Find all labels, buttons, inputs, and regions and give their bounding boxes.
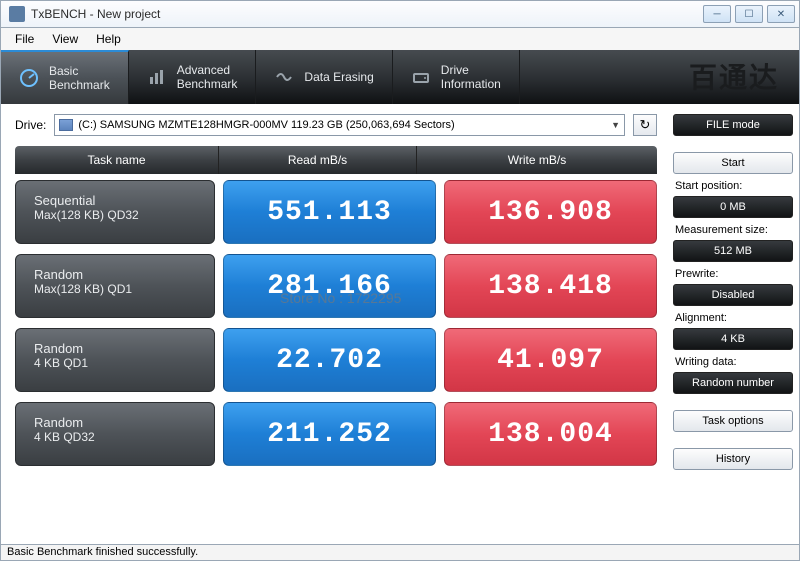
tab-label: Advanced Benchmark (177, 63, 238, 91)
drive-selected-text: (C:) SAMSUNG MZMTE128HMGR-000MV 119.23 G… (78, 119, 454, 131)
tab-label: Data Erasing (304, 70, 373, 84)
task-title: Random (34, 341, 214, 356)
window-title: TxBENCH - New project (31, 7, 703, 21)
tab-advanced-benchmark[interactable]: Advanced Benchmark (129, 50, 257, 104)
menu-view[interactable]: View (44, 30, 86, 48)
write-value: 138.004 (444, 402, 657, 466)
read-value: 281.166 (223, 254, 436, 318)
measurement-size-label: Measurement size: (673, 222, 793, 236)
start-position-value[interactable]: 0 MB (673, 196, 793, 218)
menu-help[interactable]: Help (88, 30, 129, 48)
drive-label: Drive: (15, 118, 46, 132)
main-panel: Drive: (C:) SAMSUNG MZMTE128HMGR-000MV 1… (7, 114, 665, 544)
refresh-button[interactable]: ↻ (633, 114, 657, 136)
tab-drive-information[interactable]: Drive Information (393, 50, 520, 104)
result-row: Random 4 KB QD32 211.252 138.004 (15, 402, 657, 466)
start-position-label: Start position: (673, 178, 793, 192)
maximize-button[interactable]: ☐ (735, 5, 763, 23)
drive-select[interactable]: (C:) SAMSUNG MZMTE128HMGR-000MV 119.23 G… (54, 114, 625, 136)
side-panel: FILE mode Start Start position: 0 MB Mea… (673, 114, 793, 544)
task-subtitle: 4 KB QD32 (34, 430, 214, 445)
write-value: 138.418 (444, 254, 657, 318)
header-read: Read mB/s (219, 146, 417, 174)
task-options-button[interactable]: Task options (673, 410, 793, 432)
results-rows: Sequential Max(128 KB) QD32 551.113 136.… (15, 180, 657, 466)
status-bar: Basic Benchmark finished successfully. (0, 544, 800, 561)
task-cell: Random 4 KB QD1 (15, 328, 215, 392)
write-value: 136.908 (444, 180, 657, 244)
task-title: Random (34, 267, 214, 282)
menu-bar: File View Help (0, 28, 800, 50)
task-cell: Random 4 KB QD32 (15, 402, 215, 466)
tab-bar: Basic Benchmark Advanced Benchmark Data … (0, 50, 800, 104)
task-subtitle: Max(128 KB) QD32 (34, 208, 214, 223)
tab-basic-benchmark[interactable]: Basic Benchmark (1, 50, 129, 104)
read-value: 551.113 (223, 180, 436, 244)
disk-icon (59, 119, 73, 131)
task-title: Random (34, 415, 214, 430)
erase-icon (274, 67, 294, 87)
title-bar: TxBENCH - New project ─ ☐ ✕ (0, 0, 800, 28)
task-cell: Sequential Max(128 KB) QD32 (15, 180, 215, 244)
prewrite-label: Prewrite: (673, 266, 793, 280)
minimize-button[interactable]: ─ (703, 5, 731, 23)
file-mode-button[interactable]: FILE mode (673, 114, 793, 136)
result-row: Random 4 KB QD1 22.702 41.097 (15, 328, 657, 392)
writing-data-value[interactable]: Random number (673, 372, 793, 394)
content-area: Drive: (C:) SAMSUNG MZMTE128HMGR-000MV 1… (0, 104, 800, 544)
read-value: 22.702 (223, 328, 436, 392)
tab-label: Basic Benchmark (49, 64, 110, 92)
drive-row: Drive: (C:) SAMSUNG MZMTE128HMGR-000MV 1… (7, 114, 665, 136)
watermark-text: 百通达 (689, 56, 779, 96)
prewrite-value[interactable]: Disabled (673, 284, 793, 306)
task-title: Sequential (34, 193, 214, 208)
tab-label: Drive Information (441, 63, 501, 91)
history-button[interactable]: History (673, 448, 793, 470)
alignment-label: Alignment: (673, 310, 793, 324)
task-subtitle: Max(128 KB) QD1 (34, 282, 214, 297)
writing-data-label: Writing data: (673, 354, 793, 368)
header-task: Task name (15, 146, 219, 174)
header-write: Write mB/s (417, 146, 657, 174)
read-value: 211.252 (223, 402, 436, 466)
results-header: Task name Read mB/s Write mB/s (15, 146, 657, 174)
result-row: Sequential Max(128 KB) QD32 551.113 136.… (15, 180, 657, 244)
alignment-value[interactable]: 4 KB (673, 328, 793, 350)
write-value: 41.097 (444, 328, 657, 392)
tab-data-erasing[interactable]: Data Erasing (256, 50, 392, 104)
app-icon (9, 6, 25, 22)
chevron-down-icon: ▼ (611, 120, 620, 130)
start-button[interactable]: Start (673, 152, 793, 174)
task-subtitle: 4 KB QD1 (34, 356, 214, 371)
measurement-size-value[interactable]: 512 MB (673, 240, 793, 262)
menu-file[interactable]: File (7, 30, 42, 48)
gauge-icon (19, 68, 39, 88)
result-row: Random Max(128 KB) QD1 281.166 138.418 (15, 254, 657, 318)
bars-icon (147, 67, 167, 87)
task-cell: Random Max(128 KB) QD1 (15, 254, 215, 318)
drive-icon (411, 67, 431, 87)
close-button[interactable]: ✕ (767, 5, 795, 23)
